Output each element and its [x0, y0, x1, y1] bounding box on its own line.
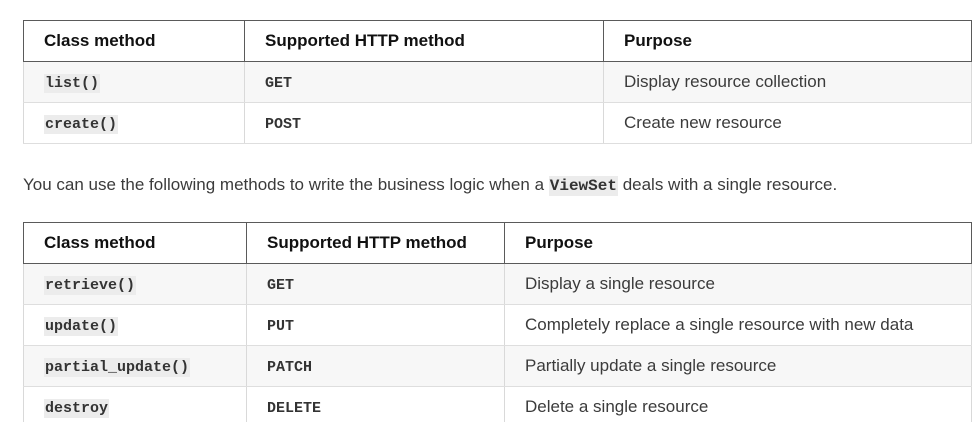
- http-method-cell: PATCH: [246, 345, 505, 387]
- class-method-code: list(): [44, 74, 101, 93]
- methods-table-single-resource: Class method Supported HTTP method Purpo…: [23, 222, 972, 422]
- purpose-cell: Display a single resource: [504, 263, 972, 305]
- header-class-method: Class method: [23, 222, 247, 264]
- class-method-cell: update(): [23, 304, 247, 346]
- paragraph-text-after: deals with a single resource.: [617, 175, 838, 194]
- class-method-cell: list(): [23, 61, 245, 103]
- table-row: retrieve() GET Display a single resource: [23, 263, 972, 305]
- purpose-cell: Partially update a single resource: [504, 345, 972, 387]
- class-method-code: destroy: [44, 399, 110, 418]
- http-method-cell: GET: [246, 263, 505, 305]
- class-method-code: create(): [44, 115, 119, 134]
- header-purpose: Purpose: [603, 20, 972, 62]
- header-class-method: Class method: [23, 20, 245, 62]
- header-purpose: Purpose: [504, 222, 972, 264]
- table-row: update() PUT Completely replace a single…: [23, 304, 972, 346]
- table-row: list() GET Display resource collection: [23, 61, 972, 103]
- http-method-code: DELETE: [267, 400, 322, 417]
- class-method-cell: retrieve(): [23, 263, 247, 305]
- http-method-cell: PUT: [246, 304, 505, 346]
- class-method-code: retrieve(): [44, 276, 137, 295]
- table-row: create() POST Create new resource: [23, 102, 972, 144]
- paragraph-text-before: You can use the following methods to wri…: [23, 175, 549, 194]
- methods-table-collection: Class method Supported HTTP method Purpo…: [23, 20, 972, 144]
- table-header-row: Class method Supported HTTP method Purpo…: [23, 20, 972, 62]
- http-method-code: GET: [267, 277, 295, 294]
- class-method-cell: create(): [23, 102, 245, 144]
- viewset-code: ViewSet: [548, 176, 618, 196]
- purpose-cell: Display resource collection: [603, 61, 972, 103]
- table-header-row: Class method Supported HTTP method Purpo…: [23, 222, 972, 264]
- http-method-cell: DELETE: [246, 386, 505, 422]
- http-method-code: GET: [265, 75, 293, 92]
- http-method-code: PATCH: [267, 359, 313, 376]
- purpose-cell: Create new resource: [603, 102, 972, 144]
- http-method-code: POST: [265, 116, 302, 133]
- http-method-cell: POST: [244, 102, 604, 144]
- header-http-method: Supported HTTP method: [246, 222, 505, 264]
- purpose-cell: Completely replace a single resource wit…: [504, 304, 972, 346]
- class-method-code: update(): [44, 317, 119, 336]
- class-method-cell: destroy: [23, 386, 247, 422]
- table-row: partial_update() PATCH Partially update …: [23, 345, 972, 387]
- purpose-cell: Delete a single resource: [504, 386, 972, 422]
- http-method-code: PUT: [267, 318, 295, 335]
- description-paragraph: You can use the following methods to wri…: [23, 175, 963, 196]
- http-method-cell: GET: [244, 61, 604, 103]
- class-method-cell: partial_update(): [23, 345, 247, 387]
- class-method-code: partial_update(): [44, 358, 191, 377]
- table-row: destroy DELETE Delete a single resource: [23, 386, 972, 422]
- header-http-method: Supported HTTP method: [244, 20, 604, 62]
